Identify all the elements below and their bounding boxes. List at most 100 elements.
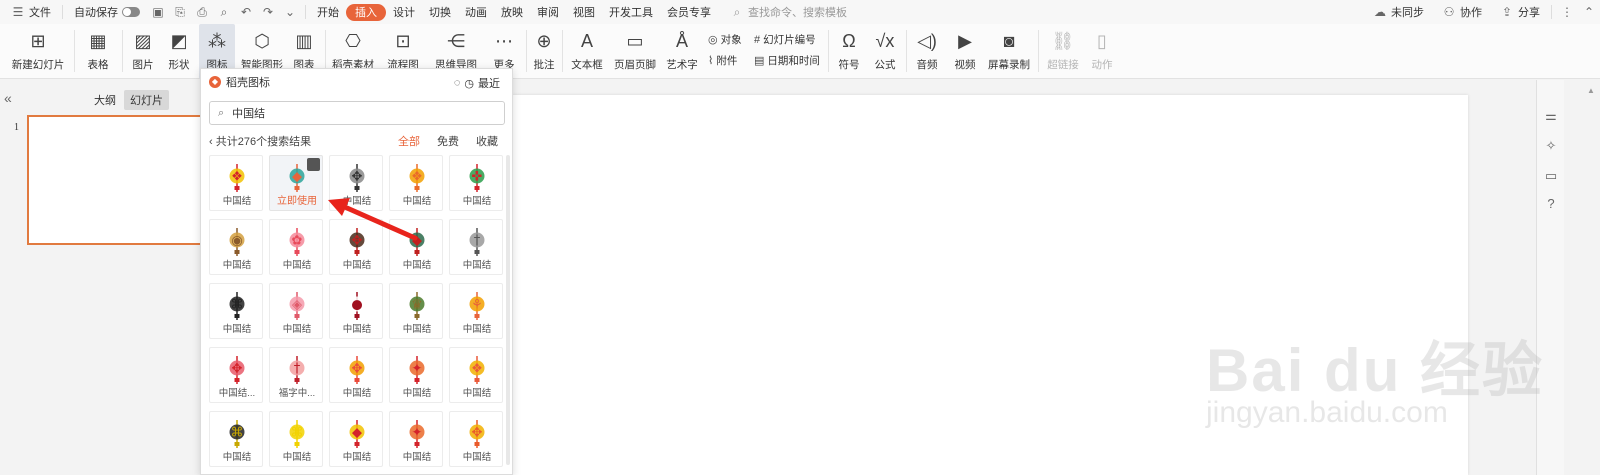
shape-button[interactable]: ◩ 形状	[162, 24, 196, 79]
datetime-button[interactable]: ▤ 日期和时间	[754, 53, 820, 68]
filter-free[interactable]: 免费	[437, 133, 459, 149]
help-icon[interactable]: ?	[1543, 196, 1559, 212]
recent-button[interactable]: ◌ ◷ 最近	[450, 75, 500, 91]
omega-icon: Ω	[842, 30, 856, 51]
svg-text:✥: ✥	[232, 362, 243, 377]
symbol-button[interactable]: Ω 符号	[832, 24, 866, 79]
icon-result[interactable]: ⌘ 中国结	[209, 283, 263, 339]
command-search[interactable]: ⌕ 查找命令、搜索模板	[726, 4, 847, 20]
undo-icon[interactable]: ↶	[239, 5, 253, 19]
icon-result-hovered[interactable]: ◆ 立即使用	[269, 155, 323, 211]
screen-record-button[interactable]: ◙ 屏幕录制	[986, 24, 1032, 79]
tab-insert[interactable]: 插入	[346, 3, 386, 21]
print-icon[interactable]: ⎙	[195, 5, 209, 19]
tab-review[interactable]: 审阅	[530, 0, 566, 24]
file-menu[interactable]: ☰ 文件	[0, 0, 58, 24]
redo-icon[interactable]: ↷	[261, 5, 275, 19]
icon-result[interactable]: ⌘ 中国结	[209, 411, 263, 467]
qr-code-icon[interactable]	[307, 158, 320, 171]
save-icon[interactable]: ▣	[151, 5, 165, 19]
icon-result[interactable]: ⌘ 中国结	[269, 411, 323, 467]
icon-caption: 中国结	[402, 452, 432, 463]
popup-scrollbar[interactable]	[506, 155, 510, 465]
feedback-icon[interactable]: ◌	[454, 77, 461, 89]
attachment-button[interactable]: ⌇ 附件	[708, 53, 737, 68]
back-chevron-icon[interactable]: ‹	[209, 136, 213, 148]
icon-result[interactable]: ◉ 中国结	[209, 219, 263, 275]
share-button[interactable]: ⇪ 分享	[1489, 0, 1547, 24]
icon-result[interactable]: ✜ 中国结	[449, 155, 503, 211]
icon-result[interactable]: ✦ 中国结	[389, 411, 443, 467]
comment-button[interactable]: ⊕ 批注	[530, 24, 558, 79]
icon-result[interactable]: ✿ 中国结	[269, 219, 323, 275]
tab-transition[interactable]: 切换	[422, 0, 458, 24]
icon-result[interactable]: ✥ 中国结	[449, 411, 503, 467]
textbox-button[interactable]: A 文本框	[566, 24, 608, 79]
art-text-button[interactable]: Å 艺术字	[661, 24, 703, 79]
sync-status[interactable]: ☁ 未同步	[1362, 0, 1431, 24]
slide-thumbnail[interactable]	[27, 115, 207, 245]
icon-result[interactable]: † 中国结	[449, 219, 503, 275]
tab-animation[interactable]: 动画	[458, 0, 494, 24]
icon-search-input[interactable]: ⌕ 中国结	[209, 101, 505, 125]
slide-number-button[interactable]: # 幻灯片编号	[754, 32, 816, 47]
picture-button[interactable]: ▨ 图片	[127, 24, 159, 79]
collapse-ribbon-icon[interactable]: ⌃	[1582, 5, 1596, 19]
icon-result[interactable]: ✥ 中国结	[329, 347, 383, 403]
scroll-up-icon[interactable]: ▲	[1587, 86, 1595, 95]
collapse-panel-icon[interactable]: «	[4, 90, 12, 106]
tab-design[interactable]: 设计	[386, 0, 422, 24]
action-button[interactable]: ▯ 动作	[1086, 24, 1118, 79]
use-now-button[interactable]: 立即使用	[270, 192, 324, 207]
video-button[interactable]: ▶ 视频	[948, 24, 982, 79]
icon-result[interactable]: ❖ 中国结	[449, 347, 503, 403]
autosave-toggle[interactable]: 自动保存	[67, 0, 147, 24]
tab-slides[interactable]: 幻灯片	[124, 90, 169, 110]
tab-slideshow[interactable]: 放映	[494, 0, 530, 24]
filter-favorites[interactable]: 收藏	[476, 133, 498, 149]
tab-developer[interactable]: 开发工具	[602, 0, 660, 24]
icon-result[interactable]: ◈ 中国结	[269, 283, 323, 339]
hyperlink-button[interactable]: ⛓ 超链接	[1042, 24, 1084, 79]
tab-outline[interactable]: 大纲	[88, 90, 122, 110]
chevron-down-icon[interactable]: ⌄	[283, 5, 297, 19]
object-button[interactable]: ◎ 对象	[708, 32, 742, 47]
chinese-knot-icon: †	[283, 356, 311, 384]
audio-button[interactable]: ◁) 音频	[910, 24, 944, 79]
calendar-icon: ▤	[754, 55, 765, 67]
more-vertical-icon[interactable]: ⋮	[1560, 5, 1574, 19]
icon-result[interactable]: ♛ 中国结	[389, 283, 443, 339]
chinese-knot-icon: ✥	[223, 356, 251, 384]
svg-text:†: †	[294, 362, 301, 377]
svg-text:◉: ◉	[231, 234, 242, 249]
pin-icon[interactable]: ✧	[1543, 138, 1559, 154]
new-slide-button[interactable]: ⊞ 新建幻灯片	[8, 24, 68, 79]
icon-result[interactable]: ❖ 中国结	[209, 155, 263, 211]
export-icon[interactable]: ⎘	[173, 5, 187, 19]
svg-text:♛: ♛	[411, 298, 423, 313]
audio-label: 音频	[916, 59, 938, 71]
icon-result[interactable]: ⚘ 中国结	[449, 283, 503, 339]
icon-caption: 中国结	[222, 260, 252, 271]
table-button[interactable]: ▦ 表格	[80, 24, 116, 79]
textbox-label: 文本框	[571, 59, 603, 71]
tab-label: 动画	[465, 7, 487, 19]
tab-start[interactable]: 开始	[310, 0, 346, 24]
formula-button[interactable]: √x 公式	[868, 24, 902, 79]
svg-text:⌘: ⌘	[291, 426, 304, 441]
icon-result[interactable]: ✦ 中国结	[389, 347, 443, 403]
print-preview-icon[interactable]: ⌕	[217, 5, 231, 19]
vertical-scrollbar[interactable]: ▲	[1584, 80, 1600, 475]
filter-all[interactable]: 全部	[398, 133, 420, 149]
icon-result[interactable]: ◆ 中国结	[329, 411, 383, 467]
comments-icon[interactable]: ▭	[1543, 168, 1559, 184]
icon-result[interactable]: ✥ 中国结...	[209, 347, 263, 403]
adjust-icon[interactable]: ⚌	[1543, 108, 1559, 124]
tab-view[interactable]: 视图	[566, 0, 602, 24]
icon-result[interactable]: † 福字中...	[269, 347, 323, 403]
icon-result[interactable]: ● 中国结	[329, 283, 383, 339]
tab-member[interactable]: 会员专享	[660, 0, 718, 24]
header-footer-button[interactable]: ▭ 页眉页脚	[612, 24, 658, 79]
collaborate-button[interactable]: ⚇ 协作	[1431, 0, 1489, 24]
icon-caption: 中国结	[462, 324, 492, 335]
